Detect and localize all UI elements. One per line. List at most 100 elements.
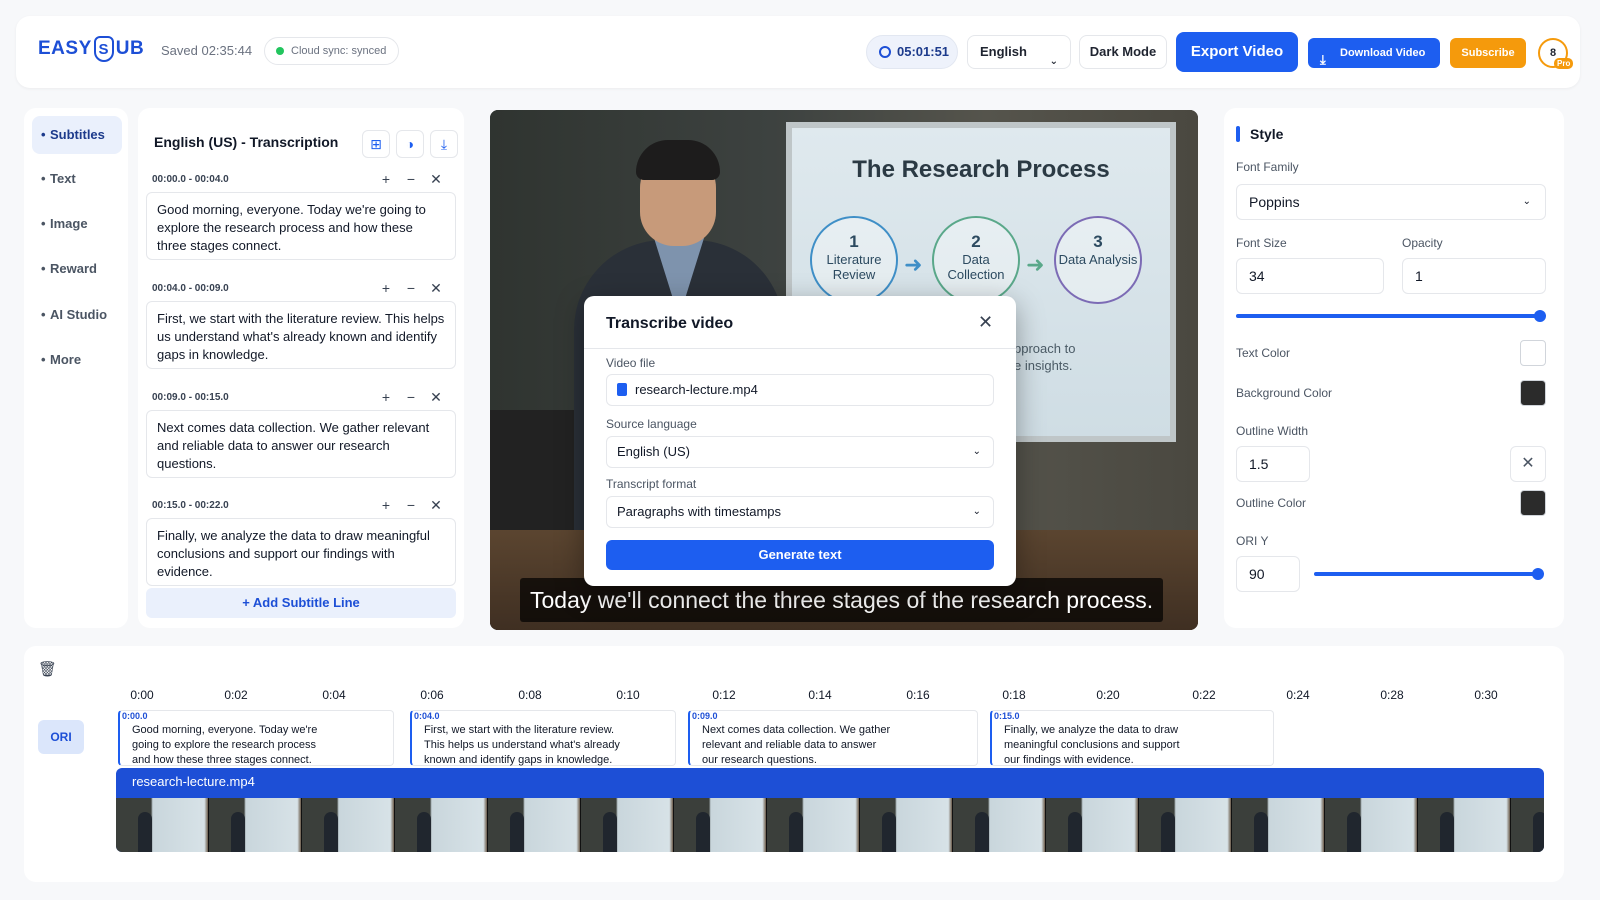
sidebar-item-text[interactable]: Text (32, 160, 122, 198)
palette-icon[interactable]: ◑ (396, 130, 424, 158)
slide-stage-1: 1 Literature Review (810, 216, 898, 304)
presenter-hair (636, 140, 720, 180)
background-color-swatch[interactable] (1520, 380, 1546, 406)
close-icon[interactable]: ✕ (978, 312, 993, 333)
timeline-subtitle-segment[interactable]: 0:00.0 Good morning, everyone. Today we'… (118, 710, 394, 766)
style-panel-title: Style (1236, 126, 1283, 142)
minus-icon[interactable]: − (403, 280, 419, 296)
clock-icon (879, 46, 891, 58)
opacity-slider-knob[interactable] (1534, 310, 1546, 322)
font-size-input[interactable]: 34 (1236, 258, 1384, 294)
stage-label: Literature Review (826, 252, 882, 282)
language-select[interactable]: English ⌄ (967, 35, 1071, 69)
video-file-label: Video file (606, 356, 656, 370)
download-icon: ⤓ (1320, 52, 1326, 67)
add-icon[interactable]: + (378, 171, 394, 187)
timeline-subtitle-segment[interactable]: 0:15.0 Finally, we analyze the data to d… (990, 710, 1274, 766)
close-icon[interactable]: ✕ (428, 497, 444, 514)
close-icon[interactable]: ✕ (428, 280, 444, 297)
text-color-label: Text Color (1236, 346, 1291, 360)
add-icon[interactable]: + (378, 497, 394, 513)
logo-s-mark: S (93, 36, 114, 62)
source-language-value: English (US) (617, 444, 690, 459)
logo-text-pre: EASY (38, 38, 92, 59)
style-panel: Style Font Family Poppins ⌄ Font Size 34… (1224, 108, 1564, 628)
ori-track-label[interactable]: ORI (38, 720, 84, 754)
add-subtitle-line-button[interactable]: + Add Subtitle Line (146, 588, 456, 618)
video-thumbnail (1325, 798, 1418, 852)
outline-color-swatch[interactable] (1520, 490, 1546, 516)
opacity-slider-track[interactable] (1236, 314, 1540, 318)
source-language-select[interactable]: English (US) ⌄ (606, 436, 994, 468)
slide-title: The Research Process (852, 156, 1110, 183)
opacity-input[interactable]: 1 (1402, 258, 1546, 294)
saved-status: Saved 02:35:44 (161, 43, 253, 58)
subtitle-text-field[interactable]: Next comes data collection. We gather re… (146, 410, 456, 478)
font-family-select[interactable]: Poppins ⌄ (1236, 184, 1546, 220)
sidebar-item-ai-studio[interactable]: AI Studio (32, 296, 122, 334)
slide-stage-2: 2 Data Collection (932, 216, 1020, 304)
transcript-format-value: Paragraphs with timestamps (617, 504, 782, 519)
time-tick-label: 0:24 (1286, 688, 1310, 702)
download-icon[interactable]: ⤓ (430, 130, 458, 158)
segment-start-time: 0:15.0 (994, 711, 1020, 721)
dark-mode-button[interactable]: Dark Mode (1079, 35, 1167, 69)
time-tick-label: 0:06 (420, 688, 444, 702)
sidebar-item-image[interactable]: Image (32, 205, 122, 243)
divider (584, 348, 1016, 349)
minus-icon[interactable]: − (403, 171, 419, 187)
sidebar-item-more[interactable]: More (32, 341, 122, 379)
text-color-swatch[interactable] (1520, 340, 1546, 366)
timer-value: 05:01:51 (897, 44, 950, 59)
timeline-subtitle-segment[interactable]: 0:09.0 Next comes data collection. We ga… (688, 710, 978, 766)
time-tick-label: 0:10 (616, 688, 640, 702)
grid-icon[interactable]: ⊞ (362, 130, 390, 158)
video-thumbnail (674, 798, 767, 852)
generate-text-button[interactable]: Generate text (606, 540, 994, 570)
minus-icon[interactable]: − (403, 497, 419, 513)
video-thumbnail (116, 798, 209, 852)
segment-line: our findings with evidence. (1004, 754, 1134, 766)
sync-dot-icon (276, 47, 284, 55)
subtitle-text-field[interactable]: Finally, we analyze the data to draw mea… (146, 518, 456, 586)
ori-y-label: ORI Y (1236, 534, 1269, 548)
slide-body-text: pproach to e insights. (1014, 340, 1075, 374)
trash-icon[interactable]: 🗑 (38, 660, 57, 678)
video-file-name: research-lecture.mp4 (635, 382, 758, 397)
transcript-format-label: Transcript format (606, 477, 697, 491)
subtitle-panel-title: English (US) - Transcription (154, 134, 339, 150)
download-video-button[interactable]: ⤓ Download Video (1308, 38, 1440, 68)
close-icon[interactable]: ✕ (428, 389, 444, 406)
user-avatar[interactable]: 8 Pro (1538, 38, 1574, 69)
ori-y-slider-track[interactable] (1314, 572, 1538, 576)
background-color-label: Background Color (1236, 386, 1333, 400)
add-icon[interactable]: + (378, 280, 394, 296)
arrow-right-icon: ➜ (1026, 252, 1045, 277)
subtitle-text-field[interactable]: First, we start with the literature revi… (146, 301, 456, 369)
outline-width-input[interactable]: 1.5 (1236, 446, 1310, 482)
segment-text: Good morning, everyone. Today we're goin… (132, 723, 317, 768)
video-file-field[interactable]: research-lecture.mp4 (606, 374, 994, 406)
close-icon[interactable]: ✕ (1510, 446, 1546, 482)
sidebar-item-reward[interactable]: Reward (32, 250, 122, 288)
minus-icon[interactable]: − (403, 389, 419, 405)
subtitle-panel: English (US) - Transcription ⊞ ◑ ⤓ 00:00… (138, 108, 464, 628)
add-icon[interactable]: + (378, 389, 394, 405)
app-logo[interactable]: EASY S UB (38, 36, 144, 62)
segment-text: Next comes data collection. We gather re… (702, 723, 890, 768)
transcript-format-select[interactable]: Paragraphs with timestamps ⌄ (606, 496, 994, 528)
subtitle-text-field[interactable]: Good morning, everyone. Today we're goin… (146, 192, 456, 260)
top-header: EASY S UB Saved 02:35:44 Cloud sync: synce… (16, 16, 1580, 88)
export-video-button[interactable]: Export Video (1176, 32, 1298, 72)
segment-line: relevant and reliable data to answer (702, 739, 877, 751)
ori-y-slider-knob[interactable] (1532, 568, 1544, 580)
subscribe-button[interactable]: Subscribe (1450, 38, 1526, 68)
transcribe-video-dialog: Transcribe video ✕ Video file research-l… (584, 296, 1016, 586)
timeline-subtitle-segment[interactable]: 0:04.0 First, we start with the literatu… (410, 710, 676, 766)
font-family-label: Font Family (1236, 160, 1299, 174)
ori-y-input[interactable]: 90 (1236, 556, 1300, 592)
video-thumbnail (953, 798, 1046, 852)
sidebar-item-subtitles[interactable]: Subtitles (32, 116, 122, 154)
close-icon[interactable]: ✕ (428, 171, 444, 188)
video-track[interactable]: research-lecture.mp4 (116, 768, 1544, 852)
